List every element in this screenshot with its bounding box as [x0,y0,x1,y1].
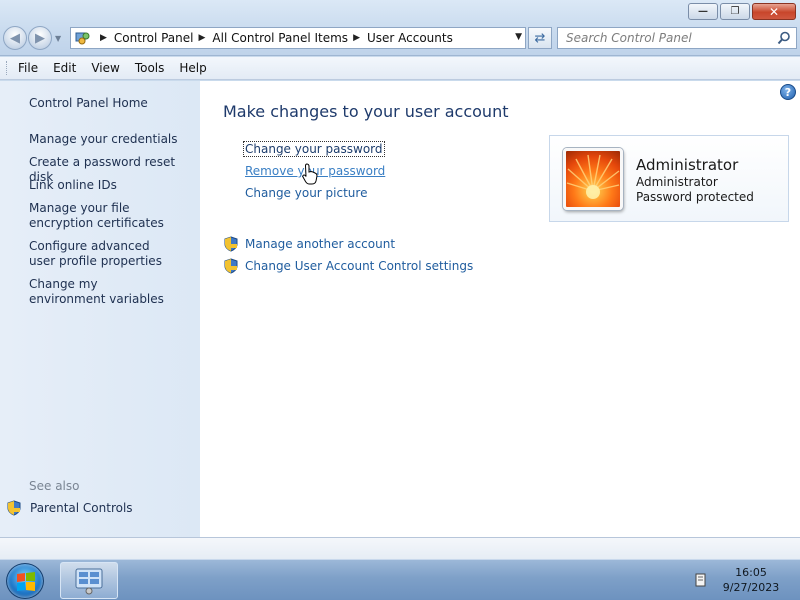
menu-help[interactable]: Help [179,61,206,75]
sidebar-link-online-ids[interactable]: Link online IDs [29,178,197,193]
search-input[interactable] [558,28,768,48]
menu-view[interactable]: View [91,61,119,75]
hand-cursor-icon [302,163,318,185]
address-dropdown-icon[interactable]: ▼ [515,32,522,42]
see-also-label: See also [29,479,80,493]
search-box[interactable] [557,27,797,49]
sidebar-environment-variables[interactable]: Change my environment variables [29,277,177,307]
manage-another-account-label: Manage another account [245,237,396,251]
page-title: Make changes to your user account [223,102,509,121]
refresh-button[interactable]: ⇄ [528,27,552,49]
breadcrumb-user-accounts[interactable]: User Accounts [367,31,453,45]
change-picture-link[interactable]: Change your picture [245,186,367,200]
menu-bar: File Edit View Tools Help [0,57,800,80]
shield-icon [7,500,21,516]
clock-date: 9/27/2023 [722,581,780,594]
recent-pages-dropdown[interactable]: ▼ [55,34,61,43]
action-center-icon[interactable] [694,573,708,587]
manage-another-account-link[interactable]: Manage another account [223,236,395,252]
address-bar[interactable]: ▶ Control Panel ▶ All Control Panel Item… [70,27,526,49]
refresh-icon: ⇄ [534,30,546,46]
shield-icon [224,258,238,274]
back-button[interactable]: ◀ [3,26,27,50]
menu-tools[interactable]: Tools [135,61,165,75]
parental-controls-label: Parental Controls [30,501,133,515]
search-icon[interactable] [777,31,791,45]
taskbar: 16:05 9/27/2023 [0,559,800,600]
uac-settings-label: Change User Account Control settings [245,259,474,273]
menu-edit[interactable]: Edit [53,61,76,75]
account-card: Administrator Administrator Password pro… [549,135,789,222]
window-titlebar: — ❐ ✕ ◀ ▶ ▼ ▶ Control Panel ▶ All Contro… [0,0,800,56]
menu-file[interactable]: File [18,61,38,75]
help-icon[interactable]: ? [780,84,796,100]
taskbar-control-panel-button[interactable] [60,562,118,599]
sidebar-file-encryption[interactable]: Manage your file encryption certificates [29,201,189,231]
account-name: Administrator [636,156,739,174]
clock-time: 16:05 [735,566,767,579]
minimize-icon: — [698,5,708,17]
breadcrumb-separator[interactable]: ▶ [353,33,360,43]
control-panel-icon [75,32,90,45]
maximize-icon: ❐ [730,5,740,17]
sidebar-parental-controls[interactable]: Parental Controls [6,500,133,516]
close-button[interactable]: ✕ [752,3,796,20]
status-bar [0,537,800,559]
nav-buttons: ◀ ▶ ▼ [3,26,61,50]
windows-logo-icon [17,572,35,591]
sidebar-advanced-profile[interactable]: Configure advanced user profile properti… [29,239,177,269]
start-button[interactable] [6,563,44,599]
window-controls: — ❐ ✕ [688,3,796,20]
close-icon: ✕ [768,4,780,19]
breadcrumb-all-items[interactable]: All Control Panel Items [212,31,348,45]
sidebar-control-panel-home[interactable]: Control Panel Home [29,96,197,111]
change-password-link[interactable]: Change your password [243,141,385,157]
breadcrumb-separator[interactable]: ▶ [199,33,206,43]
sidebar: Control Panel Home Manage your credentia… [0,81,200,537]
sidebar-manage-credentials[interactable]: Manage your credentials [29,132,197,147]
maximize-button[interactable]: ❐ [720,3,750,20]
breadcrumb-control-panel[interactable]: Control Panel [114,31,194,45]
shield-icon [224,236,238,252]
account-type: Administrator [636,175,718,189]
uac-settings-link[interactable]: Change User Account Control settings [223,258,473,274]
forward-button[interactable]: ▶ [28,26,52,50]
main-content: ? Make changes to your user account Chan… [200,81,800,537]
account-avatar[interactable] [563,148,623,210]
system-clock[interactable]: 16:05 9/27/2023 [720,565,782,595]
menu-grip [6,61,9,75]
control-panel-icon [75,568,103,594]
breadcrumb-separator[interactable]: ▶ [100,33,107,43]
flower-picture [566,154,620,199]
minimize-button[interactable]: — [688,3,718,20]
account-status: Password protected [636,190,754,204]
